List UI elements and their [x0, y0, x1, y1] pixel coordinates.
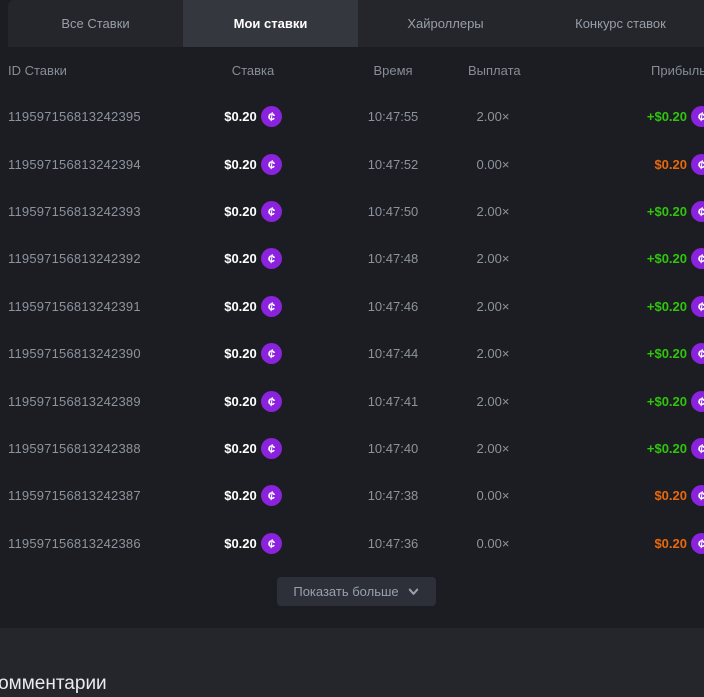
bet-time: 10:47:38 [318, 488, 468, 503]
bet-time: 10:47:55 [318, 109, 468, 124]
table-header-row: ID Ставки Ставка Время Выплата Прибыль [0, 47, 704, 93]
bet-id: 119597156813242388 [8, 441, 188, 456]
coin-icon: ¢ [691, 438, 704, 459]
coin-icon: ¢ [261, 154, 282, 175]
bet-payout: 2.00× [468, 394, 518, 409]
bet-id: 119597156813242389 [8, 394, 188, 409]
coin-icon: ¢ [691, 201, 704, 222]
bet-profit: $0.20¢ [518, 154, 704, 175]
bet-time: 10:47:46 [318, 299, 468, 314]
bet-profit: +$0.20¢ [518, 248, 704, 269]
bet-id: 119597156813242392 [8, 251, 188, 266]
show-more-label: Показать больше [293, 584, 398, 599]
table-body: 119597156813242395$0.20¢10:47:552.00×+$0… [0, 93, 704, 567]
bet-time: 10:47:52 [318, 157, 468, 172]
bet-time: 10:47:44 [318, 346, 468, 361]
bet-amount: $0.20¢ [188, 106, 318, 127]
coin-icon: ¢ [261, 106, 282, 127]
bet-payout: 2.00× [468, 251, 518, 266]
column-header-bet: Ставка [188, 63, 318, 78]
bet-payout: 0.00× [468, 157, 518, 172]
bet-row: 119597156813242395$0.20¢10:47:552.00×+$0… [0, 93, 704, 140]
bet-row: 119597156813242386$0.20¢10:47:360.00×$0.… [0, 520, 704, 567]
bet-row: 119597156813242392$0.20¢10:47:482.00×+$0… [0, 235, 704, 282]
bet-profit: +$0.20¢ [518, 106, 704, 127]
coin-icon: ¢ [691, 248, 704, 269]
bet-row: 119597156813242394$0.20¢10:47:520.00×$0.… [0, 140, 704, 187]
bet-id: 119597156813242394 [8, 157, 188, 172]
comments-section: Комментарии [0, 628, 704, 697]
bet-payout: 2.00× [468, 346, 518, 361]
coin-icon: ¢ [691, 533, 704, 554]
bet-amount: $0.20¢ [188, 201, 318, 222]
coin-icon: ¢ [691, 485, 704, 506]
coin-icon: ¢ [691, 154, 704, 175]
tab-all-bets[interactable]: Все Ставки [8, 0, 183, 47]
bet-time: 10:47:41 [318, 394, 468, 409]
bet-id: 119597156813242391 [8, 299, 188, 314]
column-header-payout: Выплата [468, 63, 518, 78]
bet-amount: $0.20¢ [188, 391, 318, 412]
bet-amount: $0.20¢ [188, 533, 318, 554]
bet-time: 10:47:40 [318, 441, 468, 456]
bet-amount: $0.20¢ [188, 296, 318, 317]
bet-payout: 0.00× [468, 488, 518, 503]
coin-icon: ¢ [691, 106, 704, 127]
bet-id: 119597156813242390 [8, 346, 188, 361]
coin-icon: ¢ [261, 248, 282, 269]
bet-payout: 2.00× [468, 299, 518, 314]
bet-row: 119597156813242391$0.20¢10:47:462.00×+$0… [0, 283, 704, 330]
bet-amount: $0.20¢ [188, 343, 318, 364]
comments-title: Комментарии [0, 673, 107, 695]
bet-amount: $0.20¢ [188, 438, 318, 459]
bet-payout: 2.00× [468, 109, 518, 124]
tab-bet-contest[interactable]: Конкурс ставок [533, 0, 704, 47]
tab-highrollers[interactable]: Хайроллеры [358, 0, 533, 47]
coin-icon: ¢ [261, 485, 282, 506]
coin-icon: ¢ [691, 391, 704, 412]
coin-icon: ¢ [261, 296, 282, 317]
bet-profit: $0.20¢ [518, 533, 704, 554]
bet-amount: $0.20¢ [188, 154, 318, 175]
bet-row: 119597156813242387$0.20¢10:47:380.00×$0.… [0, 472, 704, 519]
bet-amount: $0.20¢ [188, 485, 318, 506]
bet-row: 119597156813242389$0.20¢10:47:412.00×+$0… [0, 377, 704, 424]
bet-row: 119597156813242393$0.20¢10:47:502.00×+$0… [0, 188, 704, 235]
coin-icon: ¢ [261, 533, 282, 554]
tab-my-bets[interactable]: Мои ставки [183, 0, 358, 47]
bet-time: 10:47:50 [318, 204, 468, 219]
show-more-button[interactable]: Показать больше [277, 577, 436, 606]
bet-profit: +$0.20¢ [518, 438, 704, 459]
bet-id: 119597156813242386 [8, 536, 188, 551]
bets-table: ID Ставки Ставка Время Выплата Прибыль 1… [0, 47, 704, 628]
column-header-bet-id: ID Ставки [8, 63, 188, 78]
bet-payout: 0.00× [468, 536, 518, 551]
bet-id: 119597156813242395 [8, 109, 188, 124]
bet-profit: +$0.20¢ [518, 296, 704, 317]
coin-icon: ¢ [261, 343, 282, 364]
bet-profit: +$0.20¢ [518, 201, 704, 222]
bets-tabbar: Все Ставки Мои ставки Хайроллеры Конкурс… [8, 0, 704, 47]
coin-icon: ¢ [691, 296, 704, 317]
column-header-time: Время [318, 63, 468, 78]
bet-amount: $0.20¢ [188, 248, 318, 269]
bet-row: 119597156813242388$0.20¢10:47:402.00×+$0… [0, 425, 704, 472]
coin-icon: ¢ [261, 438, 282, 459]
coin-icon: ¢ [261, 201, 282, 222]
bet-id: 119597156813242393 [8, 204, 188, 219]
bet-payout: 2.00× [468, 204, 518, 219]
bet-time: 10:47:48 [318, 251, 468, 266]
bet-profit: +$0.20¢ [518, 391, 704, 412]
bet-profit: $0.20¢ [518, 485, 704, 506]
bet-id: 119597156813242387 [8, 488, 188, 503]
bet-payout: 2.00× [468, 441, 518, 456]
bet-time: 10:47:36 [318, 536, 468, 551]
bet-row: 119597156813242390$0.20¢10:47:442.00×+$0… [0, 330, 704, 377]
coin-icon: ¢ [691, 343, 704, 364]
chevron-down-icon [407, 585, 420, 598]
column-header-profit: Прибыль [518, 63, 704, 78]
bet-profit: +$0.20¢ [518, 343, 704, 364]
coin-icon: ¢ [261, 391, 282, 412]
